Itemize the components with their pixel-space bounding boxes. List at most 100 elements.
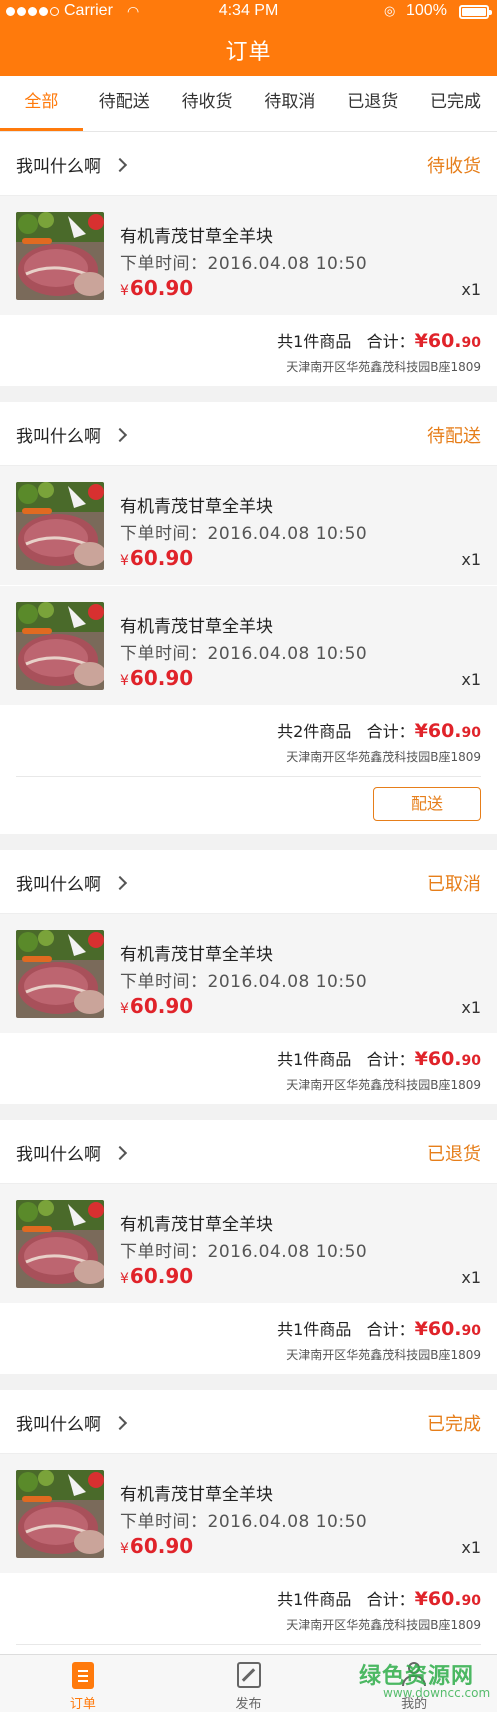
shop-name: 我叫什么啊 <box>16 157 101 177</box>
tabbar-item-0[interactable]: 订单 <box>0 1655 166 1712</box>
order-time: 下单时间：2016.04.08 10:50 <box>120 524 368 544</box>
page-title: 订单 <box>225 40 272 65</box>
currency-symbol: ¥ <box>414 1048 428 1070</box>
product-name: 有机青茂甘草全羊块 <box>120 497 273 517</box>
delivery-address: 天津南开区华苑鑫茂科技园B座1809 <box>286 750 481 764</box>
price-value: 60.90 <box>129 546 194 570</box>
tab-1[interactable]: 待配送 <box>83 76 166 131</box>
product-name: 有机青茂甘草全羊块 <box>120 227 273 247</box>
total-label: 合计： <box>366 722 415 741</box>
order-footer: 共1件商品 合计：¥60.90 天津南开区华苑鑫茂科技园B座1809 <box>0 316 497 386</box>
currency-symbol: ¥ <box>414 1318 428 1340</box>
item-count: 共1件商品 <box>277 1590 352 1609</box>
total-label: 合计： <box>366 1320 415 1339</box>
product-image <box>16 930 104 1018</box>
order-card: 我叫什么啊 已取消 有机青茂甘草全羊块 下单时间：2016.04.08 10:50 ¥6… <box>0 850 497 1104</box>
order-time: 下单时间：2016.04.08 10:50 <box>120 644 368 664</box>
tab-0[interactable]: 全部 <box>0 76 83 131</box>
tab-3[interactable]: 待取消 <box>248 76 331 131</box>
product-quantity: x1 <box>461 998 481 1017</box>
currency-symbol: ¥ <box>120 553 129 569</box>
shop-link[interactable]: 我叫什么啊 <box>16 422 128 447</box>
total-decimal: 90 <box>461 1053 481 1069</box>
order-summary: 共1件商品 合计：¥60.90 <box>277 1586 481 1610</box>
product-image <box>16 482 104 570</box>
order-status: 待收货 <box>427 156 481 177</box>
product-image <box>16 1200 104 1288</box>
shop-link[interactable]: 我叫什么啊 <box>16 1410 128 1435</box>
order-summary: 共1件商品 合计：¥60.90 <box>277 1046 481 1070</box>
delivery-address: 天津南开区华苑鑫茂科技园B座1809 <box>286 360 481 374</box>
product-quantity: x1 <box>461 280 481 299</box>
order-header: 我叫什么啊 已完成 <box>0 1390 497 1454</box>
order-status: 已退货 <box>427 1144 481 1165</box>
total-integer: 60. <box>427 1588 462 1610</box>
total-decimal: 90 <box>461 1593 481 1609</box>
tabbar-label: 发布 <box>235 1697 262 1712</box>
order-item[interactable]: 有机青茂甘草全羊块 下单时间：2016.04.08 10:50 ¥60.90 x1 <box>0 1184 497 1304</box>
tab-5[interactable]: 已完成 <box>414 76 497 131</box>
product-image <box>16 212 104 300</box>
chevron-right-icon <box>112 1415 128 1430</box>
shop-link[interactable]: 我叫什么啊 <box>16 1140 128 1165</box>
tabbar-item-1[interactable]: 发布 <box>166 1655 332 1712</box>
order-footer: 共2件商品 合计：¥60.90 天津南开区华苑鑫茂科技园B座1809 <box>0 706 497 776</box>
chevron-right-icon <box>112 427 128 442</box>
product-image <box>16 602 104 690</box>
product-quantity: x1 <box>461 550 481 569</box>
shop-name: 我叫什么啊 <box>16 1415 101 1435</box>
order-item[interactable]: 有机青茂甘草全羊块 下单时间：2016.04.08 10:50 ¥60.90 x1 <box>0 914 497 1034</box>
order-status: 待配送 <box>427 426 481 447</box>
total-integer: 60. <box>427 1048 462 1070</box>
total-integer: 60. <box>427 720 462 742</box>
price-value: 60.90 <box>129 276 194 300</box>
product-price: ¥60.90 <box>120 1264 193 1288</box>
total-label: 合计： <box>366 1050 415 1069</box>
tab-2[interactable]: 待收货 <box>166 76 249 131</box>
price-value: 60.90 <box>129 1534 194 1558</box>
order-time: 下单时间：2016.04.08 10:50 <box>120 254 368 274</box>
order-item[interactable]: 有机青茂甘草全羊块 下单时间：2016.04.08 10:50 ¥60.90 x1 <box>0 1454 497 1574</box>
shop-link[interactable]: 我叫什么啊 <box>16 870 128 895</box>
order-status: 已完成 <box>427 1414 481 1435</box>
currency-symbol: ¥ <box>120 673 129 689</box>
status-bar: Carrier ◠ 4:34 PM ◎ 100% <box>0 0 497 24</box>
header-bar: Carrier ◠ 4:34 PM ◎ 100% 订单 <box>0 0 497 76</box>
order-total: ¥60.90 <box>415 720 481 742</box>
order-item[interactable]: 有机青茂甘草全羊块下单时间：2016.04.08 10:50 ¥60.90 x1 <box>0 196 497 316</box>
price-value: 60.90 <box>129 994 194 1018</box>
currency-symbol: ¥ <box>120 283 129 299</box>
currency-symbol: ¥ <box>414 1588 428 1610</box>
order-time: 下单时间：2016.04.08 10:50 <box>120 972 368 992</box>
item-count: 共1件商品 <box>277 1320 352 1339</box>
currency-symbol: ¥ <box>120 1271 129 1287</box>
order-item[interactable]: 有机青茂甘草全羊块 下单时间：2016.04.08 10:50 ¥60.90 x1 <box>0 466 497 586</box>
order-header: 我叫什么啊 已取消 <box>0 850 497 914</box>
currency-symbol: ¥ <box>414 330 428 352</box>
order-total: ¥60.90 <box>415 1588 481 1610</box>
delivery-address: 天津南开区华苑鑫茂科技园B座1809 <box>286 1618 481 1632</box>
item-count: 共2件商品 <box>277 722 352 741</box>
rotation-lock-icon: ◎ <box>384 3 396 18</box>
item-count: 共1件商品 <box>277 1050 352 1069</box>
order-card: 我叫什么啊 待配送 有机青茂甘草全羊块 下单时间：2016.04.08 10:50 ¥6… <box>0 402 497 834</box>
shop-name: 我叫什么啊 <box>16 427 101 447</box>
shop-link[interactable]: 我叫什么啊 <box>16 152 128 177</box>
order-header: 我叫什么啊 待配送 <box>0 402 497 466</box>
total-integer: 60. <box>427 330 462 352</box>
order-status: 已取消 <box>427 874 481 895</box>
tabbar-label: 订单 <box>69 1697 96 1712</box>
order-footer: 共1件商品 合计：¥60.90 天津南开区华苑鑫茂科技园B座1809 <box>0 1574 497 1644</box>
order-action-button[interactable]: 配送 <box>373 787 481 821</box>
tab-4[interactable]: 已退货 <box>331 76 414 131</box>
product-name: 有机青茂甘草全羊块 <box>120 1215 273 1235</box>
order-header: 我叫什么啊 待收货 <box>0 132 497 196</box>
product-image <box>16 1470 104 1558</box>
order-card: 我叫什么啊 已退货有机青茂甘草全羊块 下单时间：2016.04.08 10:50 ¥6… <box>0 1120 497 1374</box>
chevron-right-icon <box>112 157 128 172</box>
total-integer: 60. <box>427 1318 462 1340</box>
order-item[interactable]: 有机青茂甘草全羊块 下单时间：2016.04.08 10:50 ¥60.90 x1 <box>0 586 497 706</box>
order-total: ¥60.90 <box>415 1048 481 1070</box>
product-price: ¥60.90 <box>120 666 193 690</box>
product-price: ¥60.90 <box>120 546 193 570</box>
